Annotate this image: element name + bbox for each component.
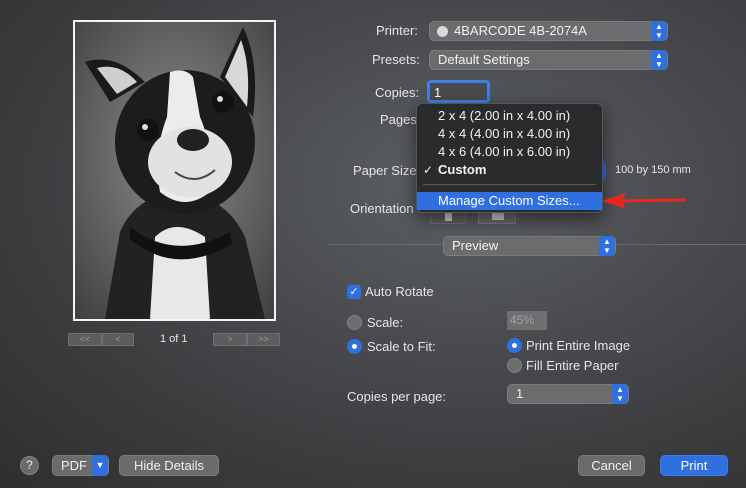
scale-value: 45% bbox=[510, 313, 535, 327]
printer-status-icon bbox=[437, 26, 448, 37]
section-value: Preview bbox=[452, 238, 499, 253]
help-icon: ? bbox=[26, 458, 33, 472]
scale-to-fit-label: Scale to Fit: bbox=[367, 339, 436, 354]
presets-value: Default Settings bbox=[438, 52, 530, 67]
option-label: 2 x 4 (2.00 in x 4.00 in) bbox=[438, 108, 571, 123]
print-entire-image-radio[interactable] bbox=[507, 338, 522, 353]
option-label: 4 x 4 (4.00 in x 4.00 in) bbox=[438, 126, 571, 141]
copies-input[interactable]: 1 bbox=[427, 80, 490, 103]
portrait-icon bbox=[445, 212, 452, 221]
preview-page bbox=[73, 20, 276, 321]
last-page-button[interactable]: >> bbox=[247, 333, 280, 346]
auto-rotate-label: Auto Rotate bbox=[365, 284, 434, 299]
option-label: 4 x 6 (4.00 in x 6.00 in) bbox=[438, 144, 571, 159]
first-page-button[interactable]: << bbox=[68, 333, 102, 346]
paper-size-option-4x6[interactable]: 4 x 6 (4.00 in x 6.00 in) bbox=[417, 143, 602, 161]
copies-per-page-label: Copies per page: bbox=[347, 389, 447, 404]
page-indicator: 1 of 1 bbox=[160, 333, 188, 345]
dog-photo bbox=[75, 22, 274, 319]
menu-separator bbox=[423, 184, 596, 185]
section-popup[interactable]: Preview ▲ ▼ bbox=[443, 236, 616, 256]
manage-custom-sizes-item[interactable]: Manage Custom Sizes... bbox=[417, 192, 602, 210]
annotation-arrow-icon bbox=[602, 193, 687, 209]
copies-value: 1 bbox=[434, 85, 442, 100]
fill-entire-paper-label: Fill Entire Paper bbox=[526, 358, 619, 373]
orientation-label: Orientation bbox=[350, 201, 414, 216]
scale-input[interactable]: 45% bbox=[507, 311, 547, 330]
presets-popup[interactable]: Default Settings ▲ ▼ bbox=[429, 50, 668, 70]
printer-label: Printer: bbox=[376, 23, 418, 38]
pages-label: Pages bbox=[380, 112, 417, 127]
copies-per-page-value: 1 bbox=[516, 386, 524, 401]
scale-label: Scale: bbox=[367, 315, 404, 330]
hide-details-button[interactable]: Hide Details bbox=[119, 455, 219, 476]
scale-to-fit-radio[interactable] bbox=[347, 339, 362, 354]
option-label: Custom bbox=[438, 162, 487, 177]
paper-size-label: Paper Size bbox=[353, 163, 417, 178]
auto-rotate-checkbox[interactable]: ✓ bbox=[347, 285, 361, 299]
cancel-button[interactable]: Cancel bbox=[578, 455, 645, 476]
popup-arrows-icon: ▲ ▼ bbox=[599, 236, 615, 256]
print-entire-image-label: Print Entire Image bbox=[526, 338, 631, 353]
fill-entire-paper-radio[interactable] bbox=[507, 358, 522, 373]
pdf-label: PDF bbox=[61, 458, 87, 473]
pdf-button[interactable]: PDF ▼ bbox=[52, 455, 109, 476]
help-button[interactable]: ? bbox=[20, 456, 39, 475]
landscape-icon bbox=[492, 213, 504, 220]
next-page-button[interactable]: > bbox=[213, 333, 247, 346]
chevron-down-icon: ▼ bbox=[92, 455, 108, 476]
presets-label: Presets: bbox=[372, 52, 420, 67]
paper-size-option-2x4[interactable]: 2 x 4 (2.00 in x 4.00 in) bbox=[417, 107, 602, 125]
paper-size-option-4x4[interactable]: 4 x 4 (4.00 in x 4.00 in) bbox=[417, 125, 602, 143]
copies-per-page-popup[interactable]: 1 ▲ ▼ bbox=[507, 384, 629, 404]
print-button[interactable]: Print bbox=[660, 455, 728, 476]
paper-size-dims: 100 by 150 mm bbox=[615, 164, 691, 176]
scale-radio[interactable] bbox=[347, 315, 362, 330]
popup-arrows-icon: ▲ ▼ bbox=[612, 384, 628, 404]
printer-value: 4BARCODE 4B-2074A bbox=[454, 23, 587, 38]
option-label: Manage Custom Sizes... bbox=[438, 193, 580, 208]
previous-page-button[interactable]: < bbox=[102, 333, 134, 346]
paper-size-option-custom[interactable]: ✓ Custom bbox=[417, 161, 602, 179]
paper-size-menu: 2 x 4 (2.00 in x 4.00 in) 4 x 4 (4.00 in… bbox=[416, 103, 603, 213]
printer-popup[interactable]: 4BARCODE 4B-2074A ▲ ▼ bbox=[429, 21, 668, 41]
popup-arrows-icon: ▲ ▼ bbox=[651, 50, 667, 70]
popup-arrows-icon: ▲ ▼ bbox=[651, 21, 667, 41]
copies-label: Copies: bbox=[375, 85, 420, 100]
checkmark-icon: ✓ bbox=[423, 163, 434, 177]
